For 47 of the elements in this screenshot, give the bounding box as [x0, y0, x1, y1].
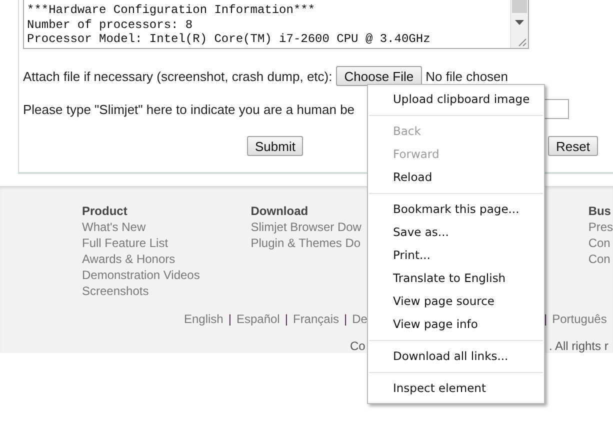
footer-heading: Product	[82, 203, 128, 219]
textarea-line: Processor Model: Intel(R) Core(TM) i7-2600 CPU @ 3.40GHz	[27, 32, 432, 46]
footer-heading: Download	[250, 203, 308, 219]
menu-item[interactable]: Print...	[368, 244, 544, 267]
textarea-line: Number of processors: 8	[27, 18, 194, 32]
copyright-text: Co	[350, 339, 366, 353]
separator-text: |	[544, 311, 548, 327]
footer-link[interactable]: What's New	[82, 219, 146, 235]
footer-link[interactable]: Awards & Honors	[82, 251, 176, 267]
footer-link[interactable]: Con	[588, 235, 610, 251]
menu-item[interactable]: View page source	[368, 290, 544, 313]
separator-text: |	[228, 311, 232, 327]
textarea-line: ***Hardware Configuration Information***	[27, 3, 316, 18]
menu-item[interactable]: Bookmark this page...	[368, 198, 544, 221]
attach-label: Attach file if necessary (screenshot, crash dump, etc):	[23, 68, 332, 84]
language-link[interactable]: Português	[552, 311, 607, 327]
footer-link[interactable]: Slimjet Browser Dow	[250, 219, 362, 235]
human-check-label: Please type "Slimjet" here to indicate you are a human be	[23, 102, 355, 116]
copyright-text: . All rights r	[549, 339, 608, 353]
file-status: No file chosen	[426, 68, 508, 84]
footer-link[interactable]: Full Feature List	[82, 235, 168, 251]
menu-item[interactable]: Save as...	[368, 221, 544, 244]
footer-link[interactable]: Con	[588, 251, 610, 267]
menu-item[interactable]: View page info	[368, 313, 544, 336]
separator-text: |	[344, 311, 348, 327]
menu-item[interactable]: Translate to English	[368, 267, 544, 290]
language-link[interactable]: De	[352, 311, 368, 327]
resize-grip-icon[interactable]	[518, 38, 527, 47]
report-textarea[interactable]: ***Hardware Configuration Information*** Number of processors: 8 Processor Model: Intel(R) Core(TM) i7-2600 CPU @ 3.40GHz	[23, 0, 529, 49]
reset-button[interactable]: Reset	[548, 136, 598, 156]
submit-button[interactable]: Submit	[247, 136, 304, 156]
down-arrow-icon[interactable]	[515, 20, 524, 25]
menu-item[interactable]: Reload	[368, 166, 544, 189]
language-link[interactable]: Français	[292, 311, 339, 327]
separator-text: |	[284, 311, 288, 327]
scrollbar[interactable]	[510, 0, 528, 48]
choose-file-button[interactable]: Choose File	[336, 66, 422, 86]
menu-item[interactable]: Download all links...	[368, 345, 544, 368]
menu-item[interactable]: Inspect element	[368, 377, 544, 400]
footer-link[interactable]: Screenshots	[82, 283, 149, 299]
footer-link[interactable]: Plugin & Themes Do	[250, 235, 361, 251]
menu-item[interactable]: Upload clipboard image	[368, 88, 544, 111]
language-link[interactable]: Español	[236, 311, 280, 327]
footer-link[interactable]: Demonstration Videos	[82, 267, 200, 283]
footer-heading: Bus	[588, 203, 611, 219]
language-link[interactable]: English	[184, 311, 224, 327]
footer-link[interactable]: Pres	[588, 219, 613, 235]
